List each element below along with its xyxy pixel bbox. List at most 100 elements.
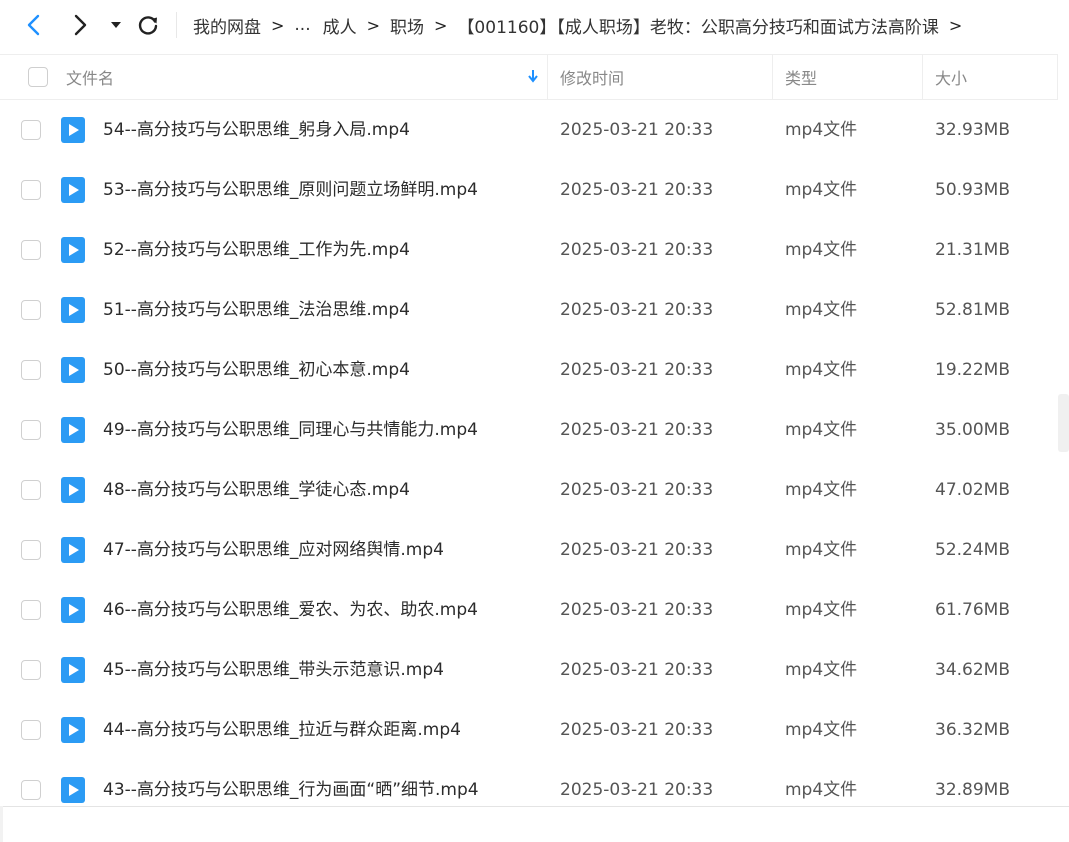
- file-modified: 2025-03-21 20:33: [560, 720, 714, 740]
- video-file-icon: [61, 537, 85, 563]
- refresh-icon: [138, 16, 158, 35]
- file-modified: 2025-03-21 20:33: [560, 480, 714, 500]
- row-checkbox[interactable]: [21, 360, 41, 380]
- breadcrumb-ellipsis[interactable]: ...: [294, 15, 310, 35]
- file-name[interactable]: 43--高分技巧与公职思维_行为画面“晒”细节.mp4: [103, 760, 479, 806]
- column-header-type[interactable]: 类型: [773, 55, 923, 99]
- file-name[interactable]: 53--高分技巧与公职思维_原则问题立场鲜明.mp4: [103, 160, 478, 220]
- file-size: 47.02MB: [935, 480, 1010, 500]
- file-name[interactable]: 44--高分技巧与公职思维_拉近与群众距离.mp4: [103, 700, 461, 760]
- file-type: mp4文件: [785, 240, 858, 260]
- file-size: 21.31MB: [935, 240, 1010, 260]
- file-row[interactable]: 48--高分技巧与公职思维_学徒心态.mp4 2025-03-21 20:33 mp…: [0, 460, 1058, 520]
- status-edge: [0, 806, 3, 842]
- row-checkbox[interactable]: [21, 120, 41, 140]
- video-file-icon: [61, 417, 85, 443]
- breadcrumb-root[interactable]: 我的网盘: [193, 13, 261, 38]
- file-name[interactable]: 46--高分技巧与公职思维_爱农、为农、助农.mp4: [103, 580, 478, 640]
- sort-down-arrow-icon[interactable]: [527, 68, 539, 84]
- forward-button[interactable]: [66, 10, 94, 40]
- caret-down-icon: [111, 22, 121, 28]
- toolbar: 我的网盘 > ... 成人 > 职场 > 【001160】【成人职场】老牧：公职…: [0, 0, 1069, 50]
- chevron-left-icon: [27, 14, 40, 36]
- file-name[interactable]: 49--高分技巧与公职思维_同理心与共情能力.mp4: [103, 400, 478, 460]
- breadcrumb-more-separator[interactable]: >: [949, 16, 962, 35]
- row-checkbox[interactable]: [21, 420, 41, 440]
- file-size: 35.00MB: [935, 420, 1010, 440]
- file-row[interactable]: 53--高分技巧与公职思维_原则问题立场鲜明.mp4 2025-03-21 20:…: [0, 160, 1058, 220]
- video-file-icon: [61, 477, 85, 503]
- file-modified: 2025-03-21 20:33: [560, 600, 714, 620]
- file-type: mp4文件: [785, 660, 858, 680]
- file-row[interactable]: 49--高分技巧与公职思维_同理心与共情能力.mp4 2025-03-21 20:…: [0, 400, 1058, 460]
- scrollbar-thumb[interactable]: [1058, 394, 1069, 452]
- file-modified: 2025-03-21 20:33: [560, 240, 714, 260]
- toolbar-divider: [176, 12, 177, 38]
- file-type: mp4文件: [785, 360, 858, 380]
- video-file-icon: [61, 177, 85, 203]
- file-type: mp4文件: [785, 120, 858, 140]
- file-name[interactable]: 48--高分技巧与公职思维_学徒心态.mp4: [103, 460, 410, 520]
- file-size: 32.89MB: [935, 780, 1010, 800]
- file-row[interactable]: 50--高分技巧与公职思维_初心本意.mp4 2025-03-21 20:33 mp…: [0, 340, 1058, 400]
- history-dropdown-button[interactable]: [106, 10, 126, 40]
- file-row[interactable]: 43--高分技巧与公职思维_行为画面“晒”细节.mp4 2025-03-21 20…: [0, 760, 1058, 806]
- breadcrumb-item-current-folder[interactable]: 【001160】【成人职场】老牧：公职高分技巧和面试方法高阶课: [457, 13, 938, 38]
- column-header-size[interactable]: 大小: [923, 55, 1058, 99]
- file-modified: 2025-03-21 20:33: [560, 300, 714, 320]
- file-name[interactable]: 52--高分技巧与公职思维_工作为先.mp4: [103, 220, 410, 280]
- file-size: 34.62MB: [935, 660, 1010, 680]
- file-modified: 2025-03-21 20:33: [560, 180, 714, 200]
- column-size-label: 大小: [935, 69, 968, 88]
- video-file-icon: [61, 597, 85, 623]
- column-header-modified[interactable]: 修改时间: [548, 55, 773, 99]
- file-row[interactable]: 44--高分技巧与公职思维_拉近与群众距离.mp4 2025-03-21 20:3…: [0, 700, 1058, 760]
- back-button[interactable]: [20, 10, 48, 40]
- column-type-label: 类型: [785, 69, 818, 88]
- file-row[interactable]: 47--高分技巧与公职思维_应对网络舆情.mp4 2025-03-21 20:33…: [0, 520, 1058, 580]
- file-row[interactable]: 54--高分技巧与公职思维_躬身入局.mp4 2025-03-21 20:33 mp…: [0, 100, 1058, 160]
- file-name[interactable]: 45--高分技巧与公职思维_带头示范意识.mp4: [103, 640, 444, 700]
- breadcrumb-separator: >: [271, 15, 285, 35]
- row-checkbox[interactable]: [21, 780, 41, 800]
- file-type: mp4文件: [785, 600, 858, 620]
- column-name-label: 文件名: [66, 69, 115, 88]
- scrollbar-track[interactable]: [1058, 54, 1069, 806]
- file-type: mp4文件: [785, 720, 858, 740]
- row-checkbox[interactable]: [21, 180, 41, 200]
- select-all-checkbox[interactable]: [28, 67, 48, 87]
- refresh-button[interactable]: [134, 10, 162, 40]
- file-name[interactable]: 47--高分技巧与公职思维_应对网络舆情.mp4: [103, 520, 444, 580]
- file-modified: 2025-03-21 20:33: [560, 780, 714, 800]
- breadcrumb-item-adult[interactable]: 成人: [323, 13, 357, 38]
- file-type: mp4文件: [785, 300, 858, 320]
- file-row[interactable]: 52--高分技巧与公职思维_工作为先.mp4 2025-03-21 20:33 mp…: [0, 220, 1058, 280]
- file-modified: 2025-03-21 20:33: [560, 540, 714, 560]
- column-header-name[interactable]: 文件名: [0, 55, 548, 99]
- file-browser: 我的网盘 > ... 成人 > 职场 > 【001160】【成人职场】老牧：公职…: [0, 0, 1069, 842]
- file-size: 32.93MB: [935, 120, 1010, 140]
- video-file-icon: [61, 657, 85, 683]
- video-file-icon: [61, 237, 85, 263]
- file-row[interactable]: 46--高分技巧与公职思维_爱农、为农、助农.mp4 2025-03-21 20:…: [0, 580, 1058, 640]
- video-file-icon: [61, 717, 85, 743]
- file-table-header: 文件名 修改时间 类型 大小: [0, 54, 1058, 100]
- row-checkbox[interactable]: [21, 300, 41, 320]
- row-checkbox[interactable]: [21, 540, 41, 560]
- file-name[interactable]: 50--高分技巧与公职思维_初心本意.mp4: [103, 340, 410, 400]
- file-list: 54--高分技巧与公职思维_躬身入局.mp4 2025-03-21 20:33 mp…: [0, 100, 1058, 806]
- file-row[interactable]: 45--高分技巧与公职思维_带头示范意识.mp4 2025-03-21 20:33…: [0, 640, 1058, 700]
- video-file-icon: [61, 117, 85, 143]
- row-checkbox[interactable]: [21, 480, 41, 500]
- file-name[interactable]: 54--高分技巧与公职思维_躬身入局.mp4: [103, 100, 410, 160]
- divider: [0, 806, 1069, 807]
- row-checkbox[interactable]: [21, 720, 41, 740]
- row-checkbox[interactable]: [21, 660, 41, 680]
- file-row[interactable]: 51--高分技巧与公职思维_法治思维.mp4 2025-03-21 20:33 mp…: [0, 280, 1058, 340]
- row-checkbox[interactable]: [21, 600, 41, 620]
- row-checkbox[interactable]: [21, 240, 41, 260]
- breadcrumb-item-workplace[interactable]: 职场: [390, 13, 424, 38]
- file-modified: 2025-03-21 20:33: [560, 420, 714, 440]
- file-name[interactable]: 51--高分技巧与公职思维_法治思维.mp4: [103, 280, 410, 340]
- breadcrumb-separator: >: [366, 15, 381, 35]
